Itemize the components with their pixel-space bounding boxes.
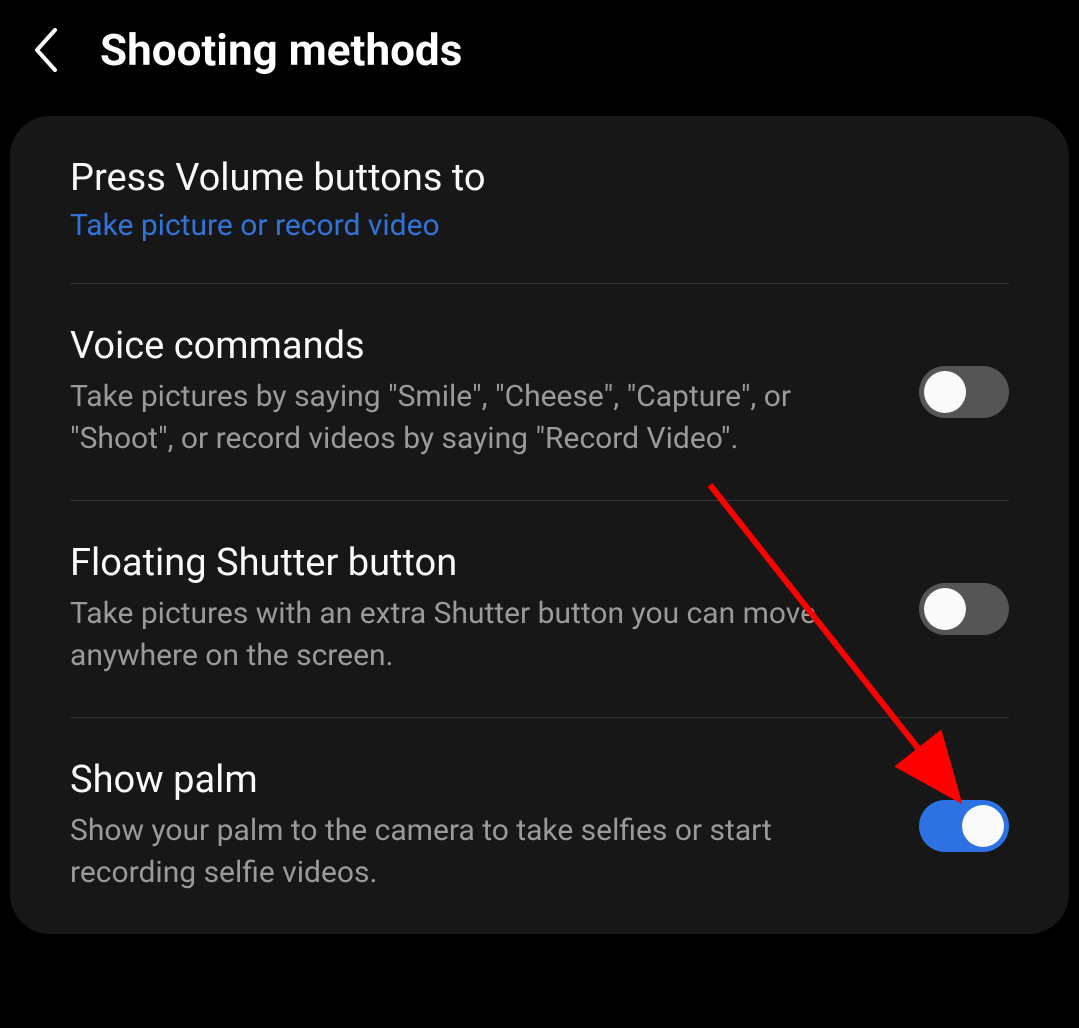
setting-description: Show your palm to the camera to take sel… <box>70 810 879 894</box>
setting-text: Press Volume buttons to Take picture or … <box>70 156 1009 243</box>
setting-title: Show palm <box>70 758 879 802</box>
toggle-knob <box>924 371 966 413</box>
setting-text: Voice commands Take pictures by saying "… <box>70 324 879 460</box>
setting-text: Floating Shutter button Take pictures wi… <box>70 541 879 677</box>
setting-floating-shutter[interactable]: Floating Shutter button Take pictures wi… <box>10 501 1069 717</box>
setting-title: Voice commands <box>70 324 879 368</box>
settings-card: Press Volume buttons to Take picture or … <box>10 116 1069 934</box>
setting-subtitle: Take picture or record video <box>70 208 1009 243</box>
toggle-show-palm[interactable] <box>919 800 1009 852</box>
toggle-floating-shutter[interactable] <box>919 583 1009 635</box>
setting-voice-commands[interactable]: Voice commands Take pictures by saying "… <box>10 284 1069 500</box>
back-icon[interactable] <box>20 25 70 75</box>
setting-show-palm[interactable]: Show palm Show your palm to the camera t… <box>10 718 1069 934</box>
setting-title: Floating Shutter button <box>70 541 879 585</box>
toggle-knob <box>962 805 1004 847</box>
page-title: Shooting methods <box>100 24 462 76</box>
setting-volume-buttons[interactable]: Press Volume buttons to Take picture or … <box>10 116 1069 283</box>
header: Shooting methods <box>0 0 1079 116</box>
toggle-knob <box>924 588 966 630</box>
setting-description: Take pictures with an extra Shutter butt… <box>70 593 879 677</box>
setting-description: Take pictures by saying "Smile", "Cheese… <box>70 376 879 460</box>
setting-text: Show palm Show your palm to the camera t… <box>70 758 879 894</box>
toggle-voice-commands[interactable] <box>919 366 1009 418</box>
setting-title: Press Volume buttons to <box>70 156 1009 200</box>
